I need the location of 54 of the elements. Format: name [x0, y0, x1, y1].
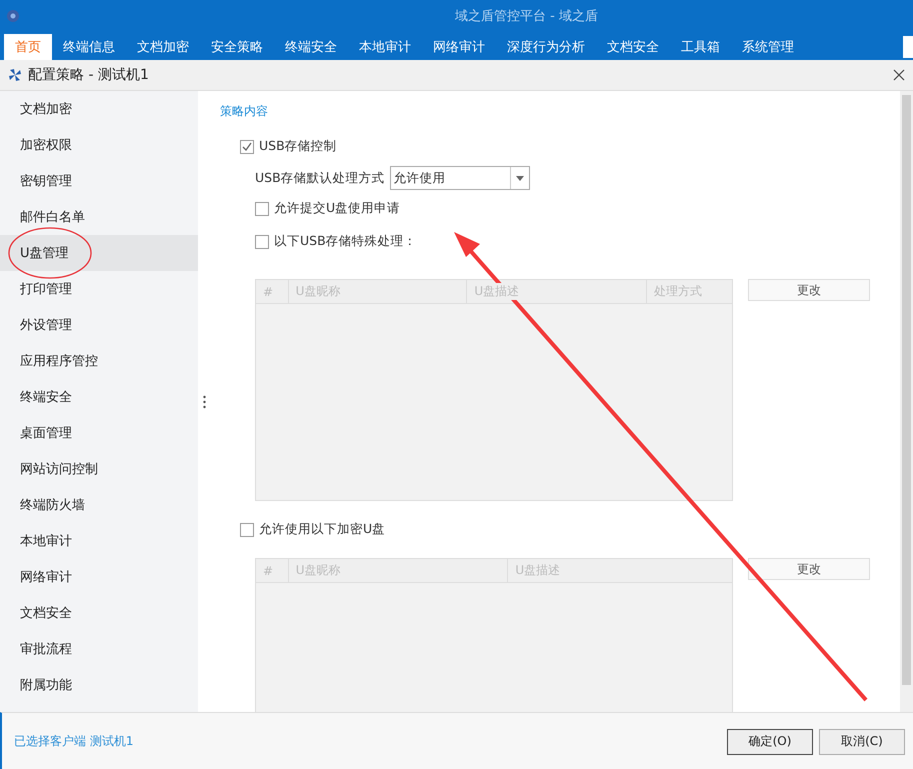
checkbox[interactable] [255, 202, 269, 216]
sidebar-item[interactable]: 附属功能 [0, 667, 198, 703]
sidebar-item[interactable]: 网站访问控制 [0, 451, 198, 487]
checkbox[interactable] [240, 140, 254, 154]
sidebar-item[interactable]: 审批流程 [0, 631, 198, 667]
menu-tab[interactable]: 本地审计 [348, 34, 422, 60]
status-text: 已选择客户端 测试机1 [14, 733, 134, 750]
scrollbar[interactable] [900, 91, 913, 712]
menu-tab[interactable]: 网络审计 [422, 34, 496, 60]
checkbox[interactable] [255, 234, 269, 248]
sidebar-item[interactable]: 网络审计 [0, 559, 198, 595]
cancel-button[interactable]: 取消(C) [819, 728, 905, 754]
sidebar-item[interactable]: 密钥管理 [0, 163, 198, 199]
menu-tab[interactable]: 文档加密 [126, 34, 200, 60]
column-header: # [262, 284, 274, 298]
sidebar-item[interactable]: 桌面管理 [0, 415, 198, 451]
section-title: 策略内容 [220, 103, 269, 120]
column-header: # [262, 564, 274, 578]
menu-tab[interactable]: 终端信息 [52, 34, 126, 60]
menu-tab[interactable]: 安全策略 [200, 34, 274, 60]
change-button[interactable]: 更改 [748, 279, 870, 301]
sidebar-item[interactable]: 终端安全 [0, 379, 198, 415]
sidebar-item[interactable]: 应用程序管控 [0, 343, 198, 379]
app-title: 域之盾管控平台 - 域之盾 [454, 8, 599, 25]
caret-icon [516, 176, 524, 180]
sidebar-item[interactable]: 邮件白名单 [0, 199, 198, 235]
sidebar-item[interactable]: 本地审计 [0, 523, 198, 559]
field-label: USB存储默认处理方式 [255, 170, 385, 186]
checkbox[interactable] [240, 522, 254, 536]
sidebar-item[interactable]: 加密权限 [0, 127, 198, 163]
dialog-title: 配置策略 - 测试机1 [28, 66, 150, 84]
checkbox-label: USB存储控制 [259, 138, 337, 155]
checkbox-label: 允许提交U盘使用申请 [274, 200, 400, 217]
sidebar-item[interactable]: 打印管理 [0, 271, 198, 307]
splitter-handle-icon[interactable] [202, 394, 206, 408]
app-logo-icon [6, 9, 20, 23]
sidebar-item[interactable]: 文档加密 [0, 91, 198, 127]
ok-button[interactable]: 确定(O) [727, 728, 813, 754]
checkbox-label: 允许使用以下加密U盘 [259, 521, 386, 538]
menu-tab[interactable]: 系统管理 [731, 34, 805, 60]
menu-tab[interactable]: 文档安全 [596, 34, 670, 60]
mode-dropdown[interactable]: 允许使用 [390, 166, 530, 190]
change-button[interactable]: 更改 [748, 558, 870, 580]
checkbox-label: 以下USB存储特殊处理： [274, 233, 417, 250]
sidebar-item[interactable]: 文档安全 [0, 595, 198, 631]
menu-tab[interactable]: 深度行为分析 [496, 34, 596, 60]
sidebar-item[interactable]: U盘管理 [0, 235, 198, 271]
search-field[interactable] [903, 36, 913, 58]
sidebar-item[interactable]: 终端防火墙 [0, 487, 198, 523]
close-icon[interactable] [893, 69, 905, 81]
pinwheel-icon [8, 68, 22, 82]
sidebar-item[interactable]: 外设管理 [0, 307, 198, 343]
menu-tab[interactable]: 终端安全 [274, 34, 348, 60]
menu-tab[interactable]: 工具箱 [670, 34, 731, 60]
